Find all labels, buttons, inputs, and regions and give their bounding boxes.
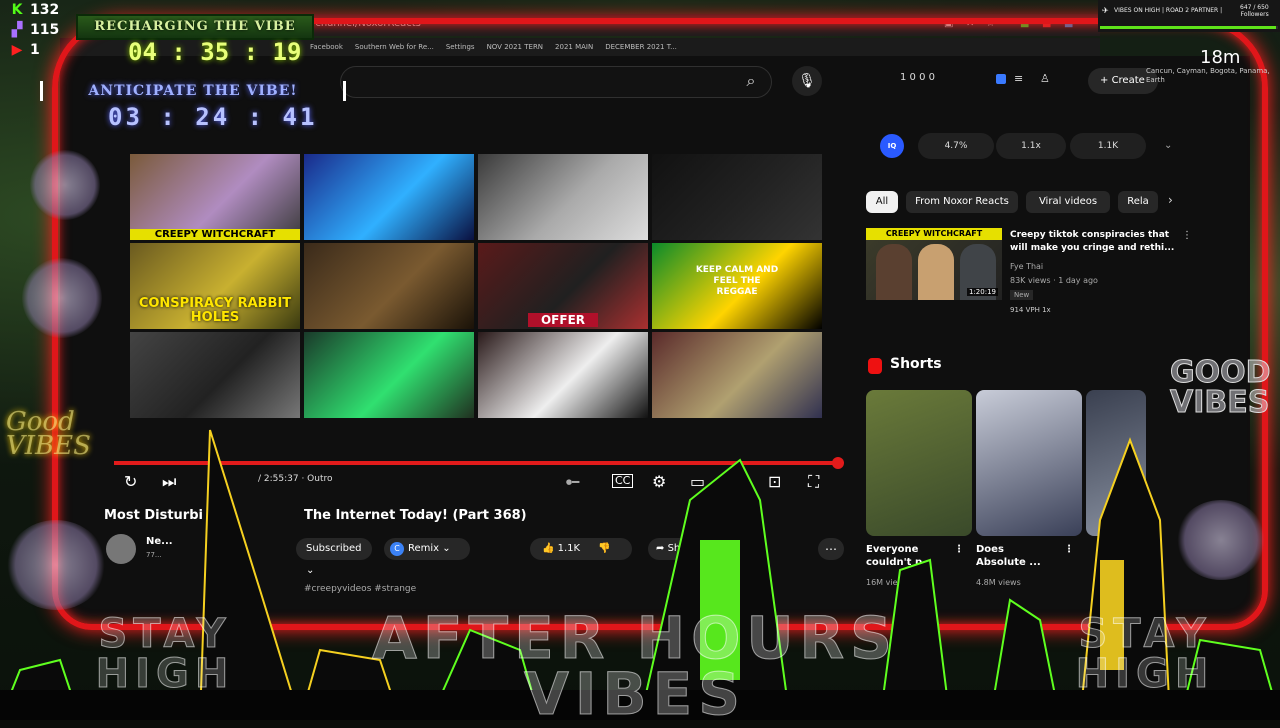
kick-viewers: K 132 (10, 2, 60, 18)
location-ticker: Cancun, Cayman, Bogota, Panama, Earth (1146, 67, 1270, 84)
followers-progress-track (1100, 26, 1278, 29)
stream-title: VIBES ON HIGH | ROAD 2 PARTNER | (1114, 7, 1223, 14)
good-vibes-sticker-right: GOOD VIBES (1170, 355, 1272, 420)
twitch-viewers: ▞ 115 (10, 22, 60, 38)
twitch-count: 115 (30, 22, 60, 38)
good-vibes-sticker: Good VIBES (6, 407, 91, 461)
followers-goal: 647 / 650 Followers (1240, 4, 1269, 18)
cat-sticker (30, 150, 100, 220)
twitch-icon: ▞ (11, 22, 23, 38)
kick-icon: ✈ (1102, 6, 1109, 15)
elapsed-time: 18m (1200, 47, 1241, 68)
followers-count: 647 / 650 (1240, 4, 1269, 11)
cat-sticker (1176, 500, 1266, 580)
kick-icon: K (11, 2, 23, 18)
recharging-banner: RECHARGING THE VIBE (76, 14, 314, 40)
cat-sticker (6, 520, 106, 610)
stay-high-text-right: STAY HIGH (1075, 611, 1215, 697)
recharging-timer: 04 : 35 : 19 (128, 38, 302, 66)
followers-progress-fill (1100, 26, 1277, 29)
youtube-count: 1 (30, 42, 40, 58)
after-hours-text: AFTER HOURS VIBES (372, 604, 898, 728)
stay-high-text: STAY HIGH (95, 611, 235, 697)
anticipate-banner: ANTICIPATE THE VIBE! (40, 81, 346, 101)
anticipate-timer: 03 : 24 : 41 (108, 103, 318, 131)
youtube-icon: ▶ (11, 42, 23, 58)
youtube-viewers: ▶ 1 (10, 42, 40, 58)
kick-count: 132 (30, 2, 60, 18)
followers-label: Followers (1240, 11, 1269, 18)
cat-sticker (22, 258, 102, 338)
